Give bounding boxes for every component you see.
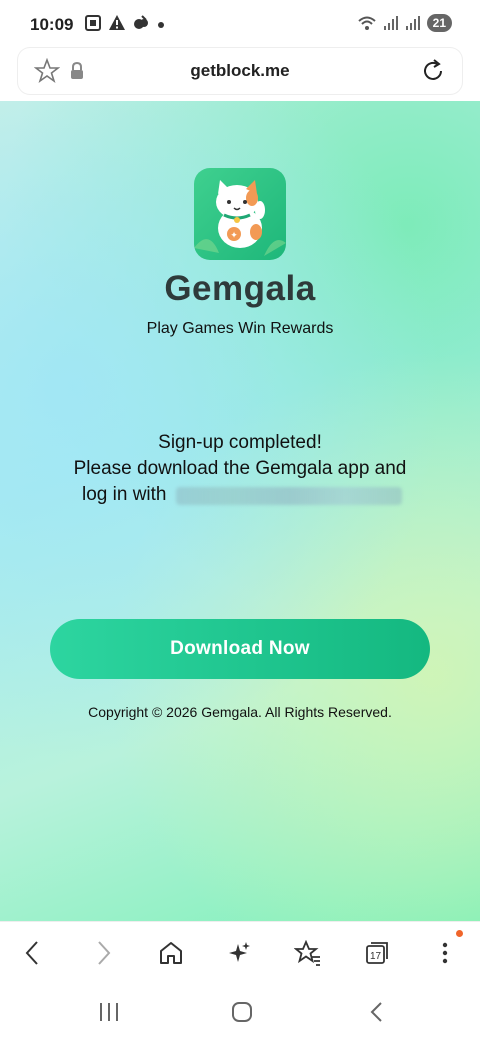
tagline: Play Games Win Rewards (146, 320, 334, 337)
status-time: 10:09 (30, 15, 74, 34)
more-icon (442, 942, 448, 964)
login-instruction: log in with (82, 484, 167, 505)
tabs-count: 17 (370, 951, 382, 962)
notification-dot (456, 930, 463, 937)
back-icon (25, 941, 38, 965)
battery-icon: 21 (426, 14, 452, 32)
bookmarks-button[interactable] (293, 938, 323, 968)
home-button[interactable] (156, 938, 186, 968)
status-bar: 10:09 21 (0, 0, 480, 48)
redacted-email (176, 487, 402, 505)
ai-button[interactable] (224, 938, 254, 968)
signup-message: Sign-up completed! (158, 432, 322, 453)
svg-text:✦: ✦ (230, 231, 238, 241)
url-text[interactable]: getblock.me (18, 61, 462, 81)
address-bar[interactable]: getblock.me (18, 48, 462, 94)
screenshot-icon (85, 15, 101, 31)
download-now-button[interactable]: Download Now (50, 619, 430, 679)
tabs-icon: 17 (366, 942, 388, 964)
app-logo: ✦ (194, 168, 286, 260)
back-button[interactable] (18, 938, 48, 968)
forward-button[interactable] (88, 938, 118, 968)
signal-icon (405, 16, 420, 30)
tabs-button[interactable]: 17 (362, 938, 392, 968)
alert-icon (109, 15, 125, 30)
signal-icon (383, 16, 398, 30)
forward-icon (98, 941, 111, 965)
status-icons-left (84, 14, 166, 32)
sparkle-icon (229, 942, 250, 962)
browser-toolbar: 17 (0, 921, 480, 984)
recent-apps-icon[interactable] (97, 1001, 121, 1023)
more-button[interactable] (430, 938, 460, 968)
lucky-cat-icon: ✦ (194, 180, 286, 256)
home-icon (160, 942, 182, 964)
home-nav-icon[interactable] (230, 1001, 254, 1023)
system-nav-bar (0, 983, 480, 1041)
cloud-icon (134, 15, 148, 29)
reload-icon[interactable] (420, 58, 446, 84)
wifi-icon (357, 16, 376, 30)
back-nav-icon[interactable] (366, 1001, 388, 1023)
status-icons-right: 21 (357, 14, 452, 32)
copyright-text: Copyright © 2026 Gemgala. All Rights Res… (88, 704, 392, 720)
page-content: ✦ Gemgala Play Games Win Rewards Sign-up… (0, 101, 480, 921)
dot-icon (158, 22, 164, 28)
download-instruction: Please download the Gemgala app and (73, 458, 407, 479)
bookmarks-icon (294, 940, 320, 966)
brand-title: Gemgala (164, 269, 316, 308)
